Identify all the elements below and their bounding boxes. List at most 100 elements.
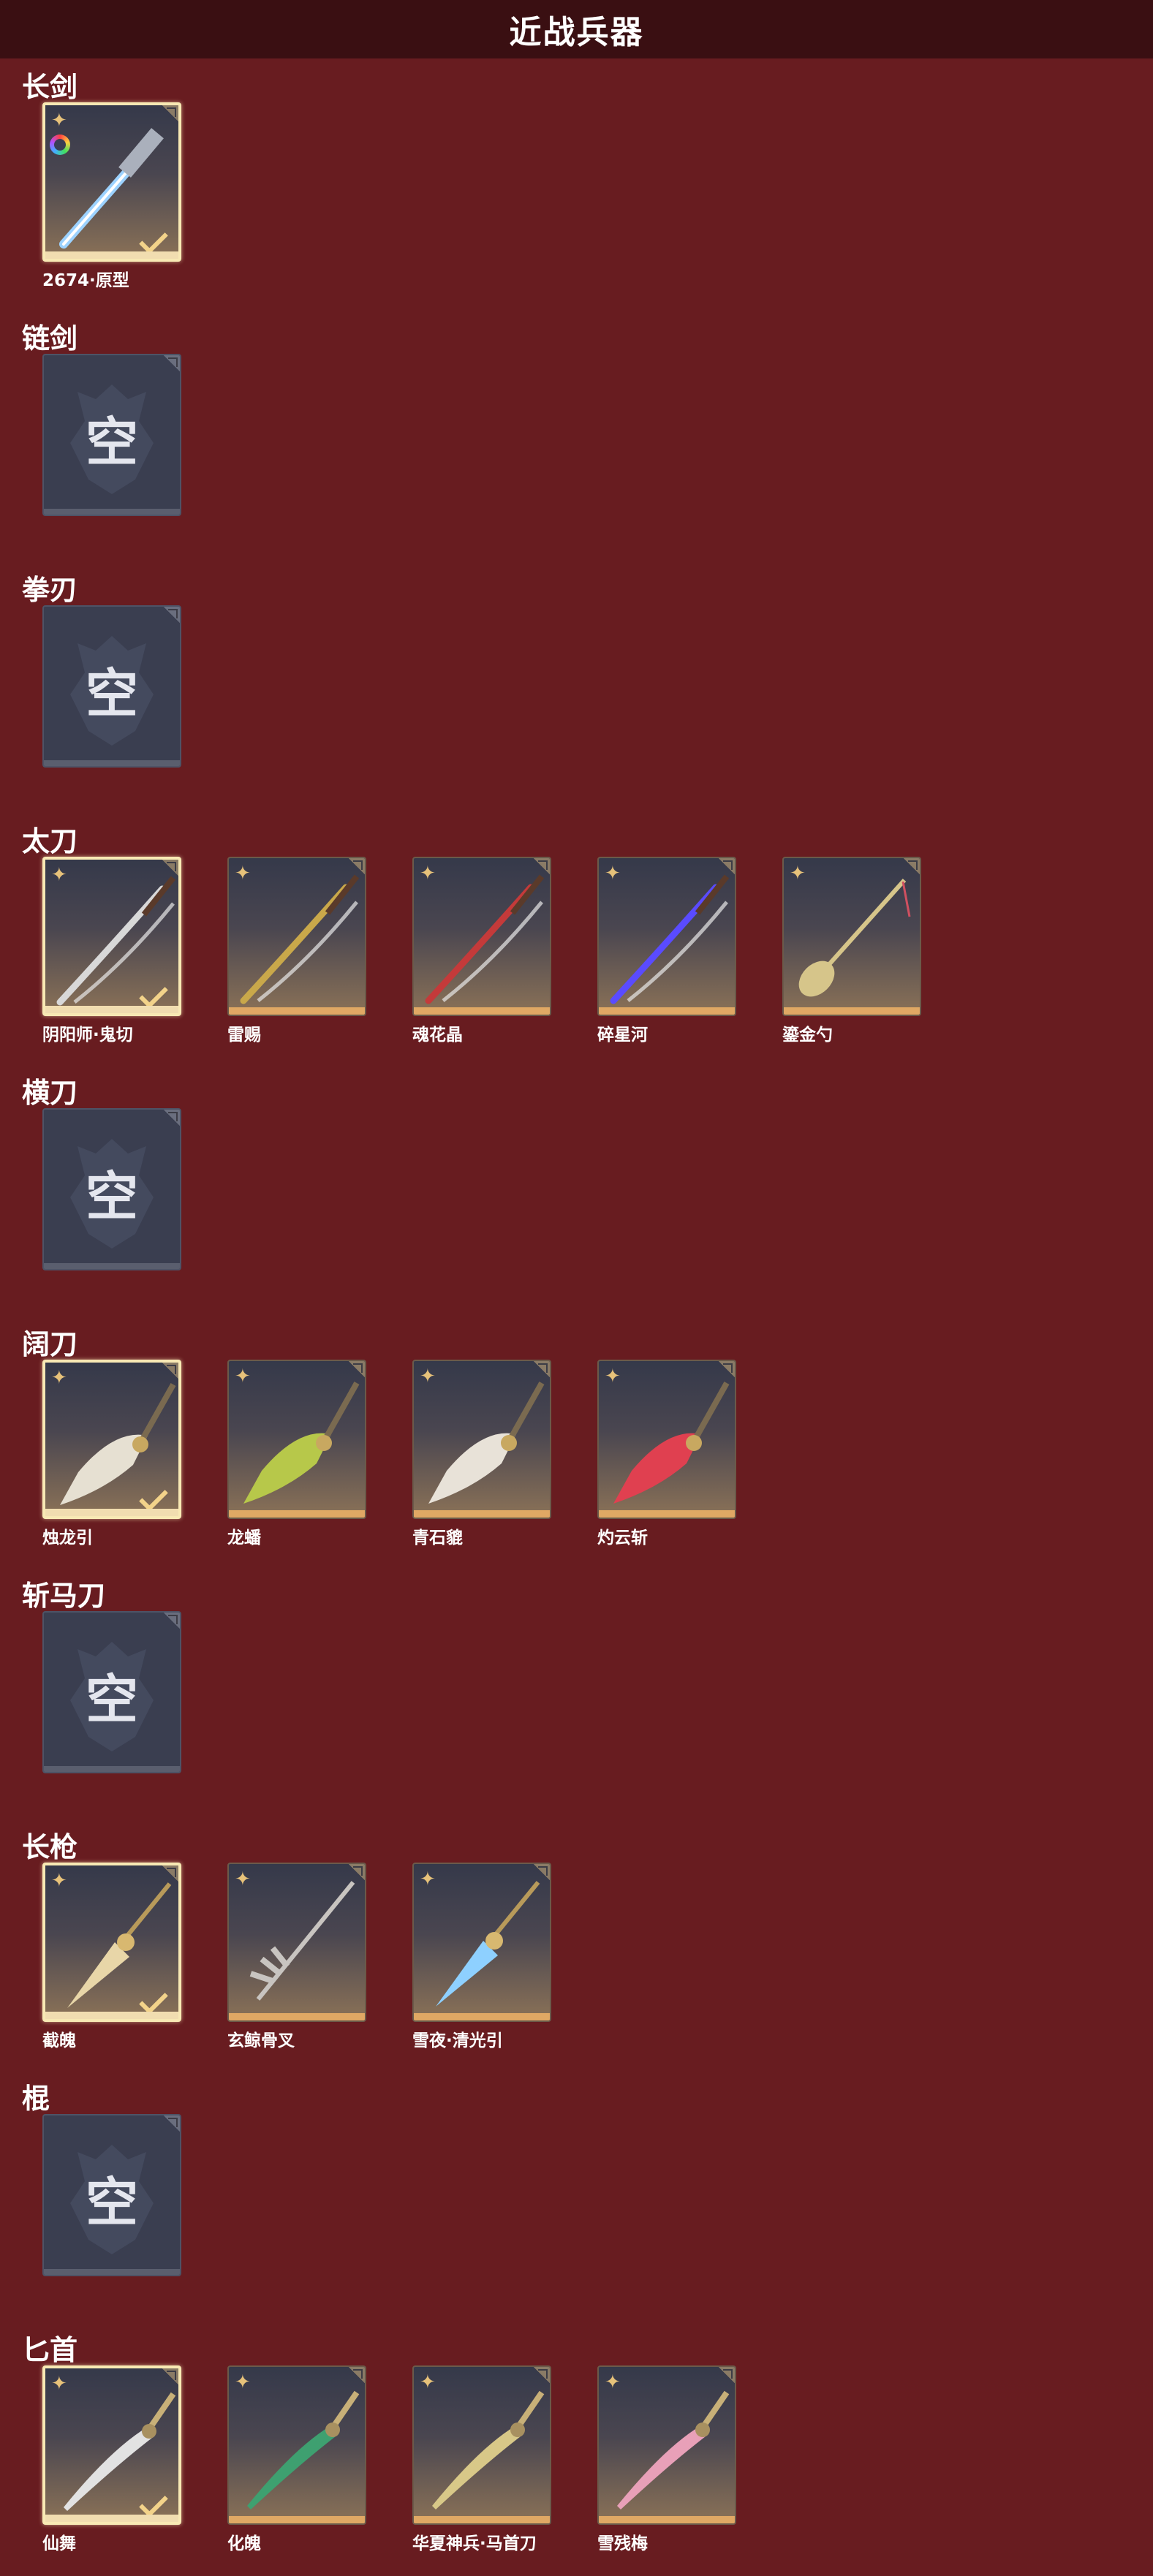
- weapon-item[interactable]: ✦ 仙舞: [42, 2365, 184, 2556]
- weapon-card: ✦: [227, 1863, 366, 2022]
- weapon-card: ✦: [227, 1360, 366, 1519]
- card-bottom-bar: [45, 1509, 178, 1516]
- weapon-name: 青石貔: [412, 1528, 463, 1548]
- corner-fold-icon: [164, 1613, 180, 1629]
- corner-fold-icon: [349, 1864, 365, 1880]
- corner-fold-icon: [534, 2367, 550, 2383]
- weapon-item[interactable]: ✦ 鎏金勺: [782, 857, 924, 1047]
- weapon-card: ✦: [227, 857, 366, 1016]
- empty-weapon-slot[interactable]: 空: [42, 2114, 184, 2304]
- weapon-item[interactable]: ✦ 魂花晶: [412, 857, 554, 1047]
- card-bottom-bar: [229, 2516, 365, 2523]
- corner-fold-icon: [162, 1363, 178, 1379]
- weapon-item[interactable]: ✦ 雪夜·清光引: [412, 1863, 554, 2053]
- corner-fold-icon: [904, 858, 920, 874]
- corner-fold-icon: [349, 858, 365, 874]
- category-title: 长枪: [22, 1831, 78, 1863]
- empty-weapon-slot[interactable]: 空: [42, 354, 184, 544]
- card-bottom-bar: [44, 1766, 180, 1772]
- card-bottom-bar: [45, 251, 178, 259]
- corner-fold-icon: [719, 1361, 735, 1377]
- weapon-item[interactable]: ✦ 玄鲸骨叉: [227, 1863, 369, 2053]
- weapon-item[interactable]: ✦ 灼云斩: [597, 1360, 739, 1550]
- card-bottom-bar: [45, 2515, 178, 2522]
- corner-fold-icon: [534, 858, 550, 874]
- card-bottom-bar: [45, 1006, 178, 1013]
- empty-slot-label: 空: [85, 1166, 138, 1227]
- weapon-category-section: 长枪 ✦ 截魄 ✦ 玄鲸骨叉 ✦ 雪夜·清光引: [0, 1822, 1153, 2073]
- card-bottom-bar: [599, 1007, 735, 1015]
- weapon-card: ✦: [42, 1360, 181, 1519]
- category-title: 匕首: [22, 2334, 78, 2366]
- category-title: 斩马刀: [22, 1580, 106, 1612]
- corner-fold-icon: [719, 858, 735, 874]
- weapon-item[interactable]: ✦ 化魄: [227, 2365, 369, 2556]
- weapon-name: 龙蟠: [227, 1528, 261, 1548]
- weapon-name: 雪残梅: [597, 2534, 648, 2553]
- rainbow-ring-icon: [50, 135, 70, 155]
- weapon-card: ✦: [597, 2365, 736, 2525]
- weapon-card: ✦: [42, 2365, 181, 2525]
- weapon-card: ✦: [597, 1360, 736, 1519]
- empty-slot-card: 空: [42, 1108, 181, 1270]
- four-point-star-icon: ✦: [51, 1367, 67, 1389]
- empty-weapon-slot[interactable]: 空: [42, 1611, 184, 1801]
- weapon-name: 化魄: [227, 2534, 261, 2553]
- weapon-name: 鎏金勺: [782, 1026, 833, 1045]
- empty-slot-card: 空: [42, 1611, 181, 1773]
- weapon-category-section: 匕首 ✦ 仙舞 ✦ 化魄 ✦ 华夏神兵·马首刀 ✦ 雪残梅: [0, 2325, 1153, 2576]
- card-bottom-bar: [44, 509, 180, 515]
- weapon-item[interactable]: ✦ 烛龙引: [42, 1360, 184, 1550]
- weapon-name: 雪夜·清光引: [412, 2031, 503, 2050]
- empty-weapon-slot[interactable]: 空: [42, 605, 184, 795]
- weapon-item[interactable]: ✦ 龙蟠: [227, 1360, 369, 1550]
- empty-slot-label: 空: [85, 1669, 138, 1730]
- corner-fold-icon: [534, 1361, 550, 1377]
- weapon-card: ✦: [412, 857, 551, 1016]
- four-point-star-icon: ✦: [235, 863, 251, 884]
- corner-fold-icon: [164, 355, 180, 371]
- empty-slot-label: 空: [85, 663, 138, 724]
- empty-weapon-slot[interactable]: 空: [42, 1108, 184, 1298]
- weapon-item[interactable]: ✦ 雷赐: [227, 857, 369, 1047]
- four-point-star-icon: ✦: [51, 2373, 67, 2395]
- weapon-item[interactable]: ✦ 截魄: [42, 1863, 184, 2053]
- card-bottom-bar: [44, 760, 180, 766]
- weapon-name: 雷赐: [227, 1026, 261, 1045]
- four-point-star-icon: ✦: [605, 2371, 621, 2393]
- weapon-item[interactable]: ✦ 2674·原型: [42, 102, 184, 292]
- weapon-item[interactable]: ✦ 碎星河: [597, 857, 739, 1047]
- corner-fold-icon: [534, 1864, 550, 1880]
- four-point-star-icon: ✦: [605, 863, 621, 884]
- weapon-item[interactable]: ✦ 阴阳师·鬼切: [42, 857, 184, 1047]
- card-bottom-bar: [414, 1007, 550, 1015]
- weapon-category-section: 棍空: [0, 2073, 1153, 2325]
- card-bottom-bar: [599, 1510, 735, 1518]
- corner-fold-icon: [164, 607, 180, 623]
- four-point-star-icon: ✦: [235, 1365, 251, 1387]
- weapon-item[interactable]: ✦ 青石貔: [412, 1360, 554, 1550]
- corner-fold-icon: [349, 1361, 365, 1377]
- weapon-item[interactable]: ✦ 雪残梅: [597, 2365, 739, 2556]
- page-title: 近战兵器: [509, 14, 644, 51]
- weapon-category-section: 阔刀 ✦ 烛龙引 ✦ 龙蟠 ✦ 青石貔 ✦ 灼云斩: [0, 1319, 1153, 1570]
- card-bottom-bar: [599, 2516, 735, 2523]
- card-bottom-bar: [229, 1007, 365, 1015]
- category-title: 阔刀: [22, 1328, 78, 1360]
- weapon-item[interactable]: ✦ 华夏神兵·马首刀: [412, 2365, 554, 2556]
- category-title: 拳刃: [22, 574, 78, 606]
- page-header: 近战兵器: [0, 0, 1153, 58]
- weapon-card: ✦: [412, 1863, 551, 2022]
- weapon-card: ✦: [412, 2365, 551, 2525]
- empty-slot-label: 空: [85, 412, 138, 473]
- weapon-category-section: 长剑 ✦ 2674·原型: [0, 61, 1153, 313]
- weapon-category-section: 拳刃空: [0, 564, 1153, 816]
- weapon-name: 仙舞: [42, 2534, 76, 2553]
- empty-slot-card: 空: [42, 2114, 181, 2276]
- weapon-name: 玄鲸骨叉: [227, 2031, 295, 2050]
- weapon-name: 烛龙引: [42, 1528, 93, 1548]
- four-point-star-icon: ✦: [51, 864, 67, 886]
- weapon-category-section: 横刀空: [0, 1067, 1153, 1319]
- empty-slot-label: 空: [85, 2172, 138, 2233]
- category-title: 太刀: [22, 825, 78, 857]
